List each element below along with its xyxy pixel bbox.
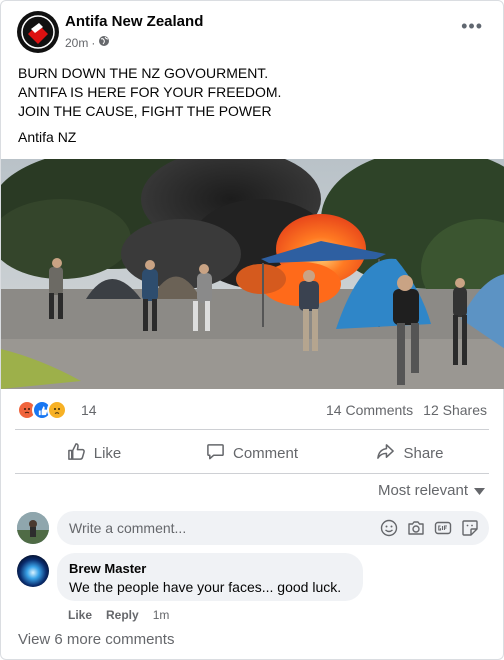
post-signature: Antifa NZ [18,129,77,145]
comment-reply-link[interactable]: Reply [106,608,139,622]
comment-share-counts: 14 Comments 12 Shares [326,402,487,418]
composer-tools [380,519,479,540]
comment-actions: Like Reply 1m [68,608,169,622]
comment-item: Brew Master We the people have your face… [17,553,489,622]
post-time[interactable]: 20m [65,36,88,50]
post-meta: 20m · [65,35,110,50]
comment-composer [17,511,489,545]
more-horizontal-icon[interactable]: ••• [461,17,483,35]
like-label: Like [93,444,122,462]
user-avatar[interactable] [17,512,49,544]
post-body: BURN DOWN THE NZ GOVOURMENT. ANTIFA IS H… [18,64,281,121]
comment-bubble-icon [206,442,225,465]
like-button[interactable]: Like [15,435,173,471]
shares-count[interactable]: 12 Shares [423,402,487,418]
comment-time[interactable]: 1m [153,608,170,622]
post-photo[interactable] [1,159,504,389]
engagement-summary: 14 14 Comments 12 Shares [15,399,489,423]
comment-input[interactable] [69,520,369,536]
share-button[interactable]: Share [331,435,489,471]
comment-sort-dropdown[interactable]: Most relevant [378,482,485,499]
sad-reaction-icon [47,400,67,420]
comment-text: We the people have your faces... good lu… [69,579,342,595]
comments-count[interactable]: 14 Comments [326,402,413,418]
sticker-icon[interactable] [461,519,479,540]
divider [15,429,489,430]
post-line: ANTIFA IS HERE FOR YOUR FREEDOM. [18,84,282,100]
camera-icon[interactable] [407,519,425,540]
page-name[interactable]: Antifa New Zealand [65,13,203,30]
page-avatar[interactable] [17,11,59,53]
reaction-count[interactable]: 14 [81,402,97,418]
thumbs-up-icon [67,442,86,465]
comment-input-box[interactable] [57,511,489,545]
post-card: Antifa New Zealand 20m · ••• BURN DOWN T… [0,0,504,660]
share-label: Share [403,444,444,462]
post-line: JOIN THE CAUSE, FIGHT THE POWER [18,103,272,119]
comment-bubble: Brew Master We the people have your face… [57,553,363,601]
sort-label: Most relevant [377,482,468,499]
emoji-icon[interactable] [380,519,398,540]
caret-down-icon [474,482,485,499]
post-header: Antifa New Zealand 20m · ••• [15,9,489,57]
share-arrow-icon [376,442,395,465]
reaction-icons[interactable] [17,400,67,420]
globe-icon [98,35,110,50]
commenter-name[interactable]: Brew Master [69,561,351,576]
gif-icon[interactable] [434,519,452,540]
post-line: BURN DOWN THE NZ GOVOURMENT. [18,65,269,81]
view-more-comments-link[interactable]: View 6 more comments [18,631,174,648]
post-actions: Like Comment Share [15,435,489,471]
comment-label: Comment [232,444,299,462]
comment-like-link[interactable]: Like [68,608,92,622]
commenter-avatar[interactable] [17,555,49,587]
divider [15,473,489,474]
comment-button[interactable]: Comment [173,435,331,471]
